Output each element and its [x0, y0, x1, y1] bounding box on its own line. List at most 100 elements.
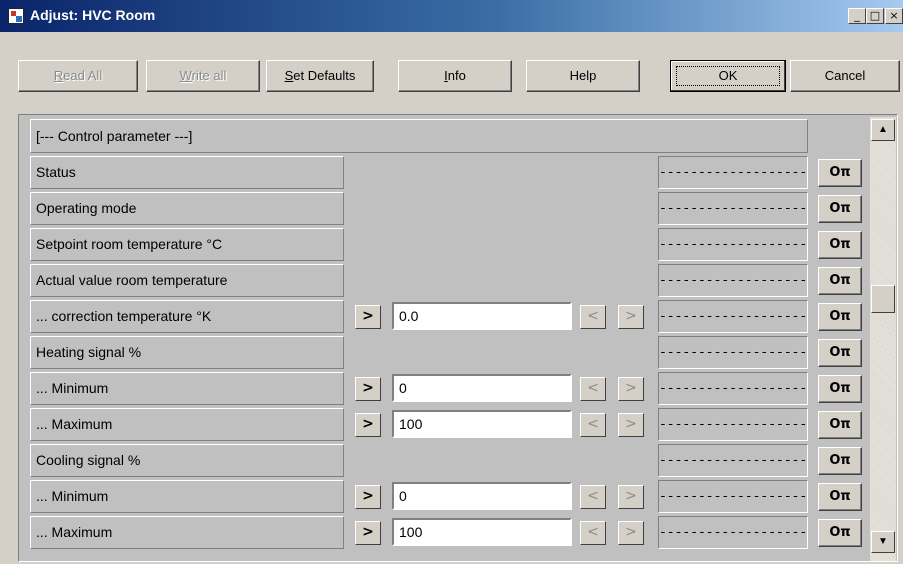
info-button[interactable]: Info: [398, 60, 512, 92]
parameter-value-input[interactable]: 0: [392, 374, 572, 402]
key-icon-button[interactable]: Oπ: [818, 519, 862, 547]
scroll-up-icon: ▲: [878, 124, 888, 135]
key-icon-button[interactable]: Oπ: [818, 159, 862, 187]
current-value-display: ----------------------: [658, 300, 808, 333]
parameter-label: ... correction temperature °K: [30, 300, 344, 333]
parameter-row: Cooling signal % ---------------------- Oπ: [0, 443, 903, 479]
section-header: [--- Control parameter ---]: [30, 119, 808, 153]
set-value-button[interactable]: >: [355, 485, 381, 509]
key-icon-button[interactable]: Oπ: [818, 195, 862, 223]
read-all-label: ead All: [63, 68, 103, 83]
parameter-row: ... Minimum >0 < > ---------------------- Oπ: [0, 371, 903, 407]
parameter-row: Operating mode ---------------------- Oπ: [0, 191, 903, 227]
key-icon: Oπ: [829, 201, 851, 216]
current-value-display: ----------------------: [658, 192, 808, 225]
key-icon: Oπ: [829, 453, 851, 468]
write-all-button[interactable]: Write all: [146, 60, 260, 92]
read-all-button[interactable]: Read All: [18, 60, 138, 92]
previous-value-button[interactable]: <: [580, 305, 606, 329]
maximize-button[interactable]: □: [866, 8, 884, 24]
key-icon-button[interactable]: Oπ: [818, 447, 862, 475]
current-value-display: ----------------------: [658, 336, 808, 369]
set-value-button[interactable]: >: [355, 413, 381, 437]
next-value-button[interactable]: >: [618, 521, 644, 545]
current-value-display: ----------------------: [658, 264, 808, 297]
key-icon: Oπ: [829, 237, 851, 252]
current-value-display: ----------------------: [658, 480, 808, 513]
key-icon: Oπ: [829, 273, 851, 288]
key-icon-button[interactable]: Oπ: [818, 411, 862, 439]
next-value-button[interactable]: >: [618, 305, 644, 329]
key-icon-button[interactable]: Oπ: [818, 339, 862, 367]
close-button[interactable]: ×: [885, 8, 903, 24]
parameter-row: ... Maximum >100 < > ---------------------- O…: [0, 515, 903, 551]
key-icon: Oπ: [829, 381, 851, 396]
current-value-display: ----------------------: [658, 444, 808, 477]
key-icon: Oπ: [829, 309, 851, 324]
vertical-scrollbar[interactable]: [870, 117, 896, 561]
parameter-label: Status: [30, 156, 344, 189]
ok-focus-rect: OK: [676, 66, 780, 86]
next-value-button[interactable]: >: [618, 377, 644, 401]
current-value-display: ----------------------: [658, 372, 808, 405]
current-value-display: ----------------------: [658, 516, 808, 549]
parameter-label: Actual value room temperature: [30, 264, 344, 297]
scroll-down-button[interactable]: ▼: [871, 531, 895, 553]
current-value-display: ----------------------: [658, 408, 808, 441]
ok-button[interactable]: OK: [670, 60, 786, 92]
set-defaults-mnemonic: S: [284, 68, 294, 83]
previous-value-button[interactable]: <: [580, 485, 606, 509]
parameter-label: Cooling signal %: [30, 444, 344, 477]
key-icon-button[interactable]: Oπ: [818, 483, 862, 511]
parameter-value-input[interactable]: 100: [392, 518, 572, 546]
info-label: nfo: [447, 68, 466, 83]
scroll-thumb[interactable]: [871, 285, 895, 313]
help-label: Help: [569, 68, 597, 83]
set-value-button[interactable]: >: [355, 521, 381, 545]
minimize-button[interactable]: _: [848, 8, 866, 24]
window-title: Adjust: HVC Room: [30, 7, 156, 23]
set-defaults-button[interactable]: Set Defaults: [266, 60, 374, 92]
set-defaults-label: et Defaults: [293, 68, 356, 83]
parameter-row: Status ---------------------- Oπ: [0, 155, 903, 191]
parameter-value-input[interactable]: 0: [392, 482, 572, 510]
scroll-down-icon: ▼: [878, 536, 888, 547]
ok-label: OK: [718, 68, 738, 83]
parameter-row: ... correction temperature °K >0.0 < > -----…: [0, 299, 903, 335]
parameter-row: Setpoint room temperature °C ------------…: [0, 227, 903, 263]
read-all-mnemonic: R: [53, 68, 64, 83]
next-value-button[interactable]: >: [618, 485, 644, 509]
parameter-row: Heating signal % ---------------------- Oπ: [0, 335, 903, 371]
parameter-label: Setpoint room temperature °C: [30, 228, 344, 261]
key-icon: Oπ: [829, 525, 851, 540]
cancel-button[interactable]: Cancel: [790, 60, 900, 92]
previous-value-button[interactable]: <: [580, 521, 606, 545]
help-button[interactable]: Help: [526, 60, 640, 92]
cancel-label: Cancel: [824, 68, 866, 83]
previous-value-button[interactable]: <: [580, 413, 606, 437]
next-value-button[interactable]: >: [618, 413, 644, 437]
key-icon: Oπ: [829, 165, 851, 180]
scroll-up-button[interactable]: ▲: [871, 119, 895, 141]
key-icon-button[interactable]: Oπ: [818, 267, 862, 295]
parameter-label: ... Minimum: [30, 480, 344, 513]
parameter-label: Operating mode: [30, 192, 344, 225]
app-icon: [8, 8, 24, 24]
parameter-label: Heating signal %: [30, 336, 344, 369]
write-all-label: rite all: [191, 68, 227, 83]
key-icon-button[interactable]: Oπ: [818, 375, 862, 403]
current-value-display: ----------------------: [658, 156, 808, 189]
key-icon-button[interactable]: Oπ: [818, 303, 862, 331]
previous-value-button[interactable]: <: [580, 377, 606, 401]
key-icon: Oπ: [829, 345, 851, 360]
parameter-value-input[interactable]: 100: [392, 410, 572, 438]
set-value-button[interactable]: >: [355, 305, 381, 329]
key-icon-button[interactable]: Oπ: [818, 231, 862, 259]
set-value-button[interactable]: >: [355, 377, 381, 401]
parameter-label: ... Minimum: [30, 372, 344, 405]
parameter-row: Actual value room temperature -----------…: [0, 263, 903, 299]
parameter-value-input[interactable]: 0.0: [392, 302, 572, 330]
parameter-row: ... Maximum >100 < > ---------------------- O…: [0, 407, 903, 443]
key-icon: Oπ: [829, 489, 851, 504]
write-all-mnemonic: W: [179, 68, 192, 83]
